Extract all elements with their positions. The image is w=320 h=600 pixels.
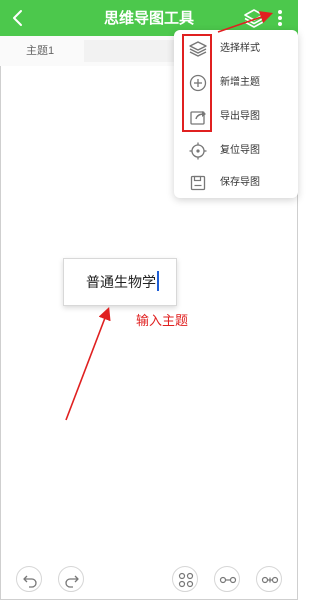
text-caret xyxy=(157,271,159,291)
add-sibling-icon xyxy=(219,576,237,584)
redo-button[interactable] xyxy=(58,566,84,592)
add-sibling-button[interactable] xyxy=(214,566,240,592)
more-vertical-icon xyxy=(278,10,282,26)
annotation-highlight-box xyxy=(182,34,212,132)
redo-icon xyxy=(65,575,79,588)
undo-button[interactable] xyxy=(16,566,42,592)
layers-icon xyxy=(244,9,264,28)
menu-item-label: 复位导图 xyxy=(220,145,260,156)
menu-item-reset-map[interactable]: 复位导图 xyxy=(174,134,298,168)
undo-icon xyxy=(23,575,37,588)
menu-item-save-map[interactable]: 保存导图 xyxy=(174,166,298,200)
root-topic-node[interactable]: 普通生物学 xyxy=(63,258,177,306)
save-icon xyxy=(190,175,206,191)
more-button[interactable] xyxy=(272,6,288,30)
annotation-label: 输入主题 xyxy=(136,314,189,329)
menu-item-label: 保存导图 xyxy=(220,177,260,188)
root-topic-text[interactable]: 普通生物学 xyxy=(64,259,178,307)
add-child-button[interactable] xyxy=(256,566,282,592)
add-child-icon xyxy=(261,576,279,584)
node-layout-button[interactable] xyxy=(172,566,198,592)
tab-topic-1[interactable]: 主题1 xyxy=(14,36,84,66)
locate-icon xyxy=(189,142,207,160)
menu-item-label: 新增主题 xyxy=(220,77,260,88)
node-layout-icon xyxy=(178,572,194,588)
chevron-left-icon xyxy=(13,10,22,26)
menu-item-label: 选择样式 xyxy=(220,43,260,54)
layers-button[interactable] xyxy=(243,7,265,29)
back-button[interactable] xyxy=(6,6,30,30)
menu-item-label: 导出导图 xyxy=(220,111,260,122)
